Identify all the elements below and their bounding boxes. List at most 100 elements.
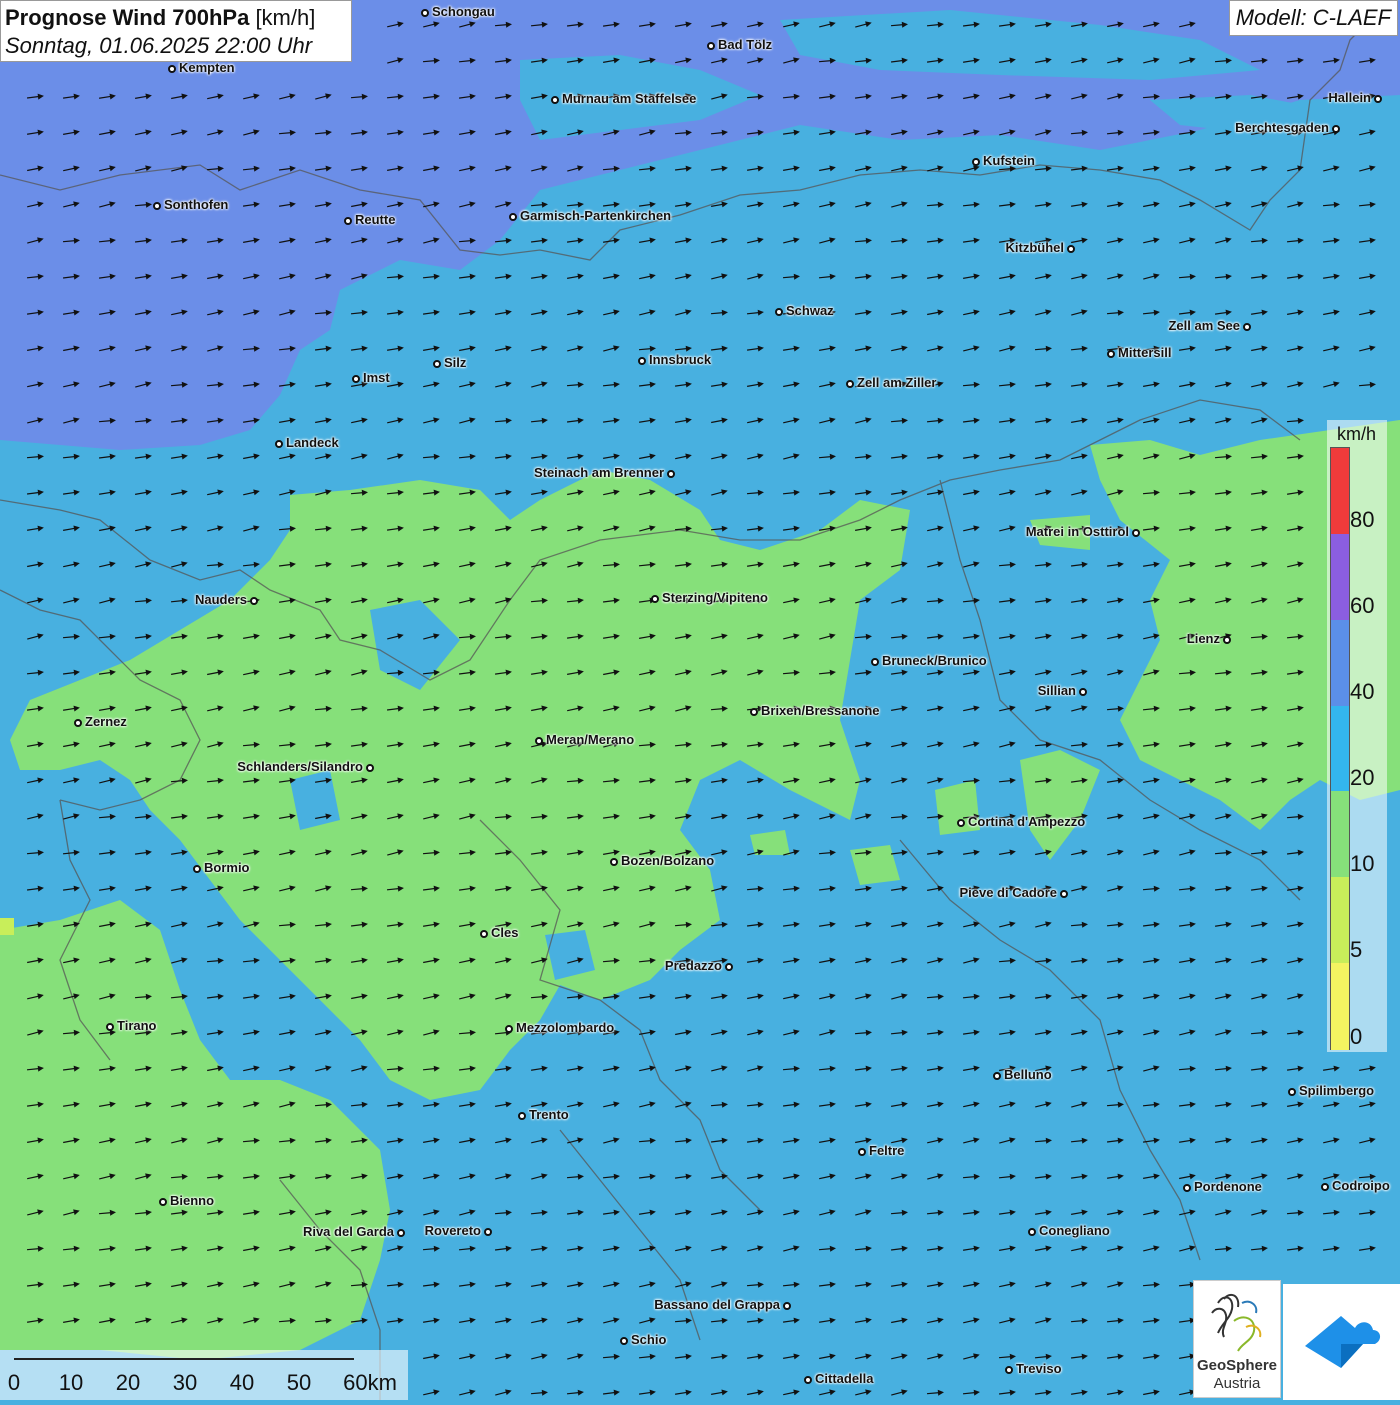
city-marker[interactable] [725,963,733,971]
city-marker[interactable] [153,202,161,210]
city-marker[interactable] [1374,95,1382,103]
city-marker[interactable] [638,357,646,365]
city-marker[interactable] [275,440,283,448]
legend-tick-label: 5 [1350,937,1363,962]
city-label: Murnau am Staffelsee [562,91,697,106]
city-label: Bruneck/Brunico [882,653,987,668]
city-marker[interactable] [344,217,352,225]
city-marker[interactable] [505,1025,513,1033]
city-label: Lienz [1186,631,1220,646]
legend-tick-label: 20 [1350,765,1375,790]
city-label: Sonthofen [164,197,229,212]
scale-label: 20 [115,1370,141,1395]
city-marker[interactable] [1107,350,1115,358]
geosphere-logo[interactable]: GeoSphere Austria [1193,1280,1281,1398]
city-label: Pordenone [1194,1179,1262,1194]
city-marker[interactable] [1060,890,1068,898]
city-label: Cles [491,925,519,940]
cloud-arrow-icon [1305,1316,1381,1368]
city-label: Zernez [85,714,127,729]
city-marker[interactable] [74,719,82,727]
city-label: Landeck [286,435,339,450]
city-marker[interactable] [1288,1088,1296,1096]
city-marker[interactable] [168,65,176,73]
city-marker[interactable] [1028,1228,1036,1236]
city-marker[interactable] [775,308,783,316]
city-label: Rovereto [424,1223,481,1238]
city-marker[interactable] [1243,323,1251,331]
city-marker[interactable] [1132,529,1140,537]
city-label: Sillian [1037,683,1076,698]
city-label: Bormio [204,860,250,875]
city-marker[interactable] [804,1376,812,1384]
city-marker[interactable] [783,1302,791,1310]
city-marker[interactable] [871,658,879,666]
city-marker[interactable] [366,764,374,772]
city-marker[interactable] [159,1198,167,1206]
city-label: Schongau [432,4,495,19]
city-marker[interactable] [509,213,517,221]
app-logo[interactable] [1283,1284,1400,1400]
city-marker[interactable] [957,819,965,827]
city-label: Reutte [355,212,396,227]
city-marker[interactable] [651,595,659,603]
city-marker[interactable] [1067,245,1075,253]
city-label: Kempten [179,60,235,75]
city-marker[interactable] [1223,636,1231,644]
city-marker[interactable] [993,1072,1001,1080]
city-marker[interactable] [1332,125,1340,133]
city-marker[interactable] [421,9,429,17]
city-label: Zell am See [1168,318,1240,333]
city-marker[interactable] [1183,1184,1191,1192]
city-label: Brixen/Bressanone [761,703,880,718]
city-label: Feltre [869,1143,905,1158]
city-marker[interactable] [972,158,980,166]
city-marker[interactable] [551,96,559,104]
city-marker[interactable] [1005,1366,1013,1374]
geosphere-logo-icon [1211,1293,1262,1352]
city-marker[interactable] [352,375,360,383]
city-label: Predazzo [664,958,722,973]
legend-tick-label: 10 [1350,851,1375,876]
city-label: Cortina d'Ampezzo [968,814,1086,829]
scale-label: 40 [229,1370,255,1395]
city-marker[interactable] [480,930,488,938]
city-marker[interactable] [250,597,258,605]
city-marker[interactable] [667,470,675,478]
city-marker[interactable] [433,360,441,368]
legend-swatch [1331,791,1349,879]
city-label: Schio [631,1332,667,1347]
forecast-datetime: Sonntag, 01.06.2025 22:00 Uhr [5,33,313,58]
city-marker[interactable] [750,708,758,716]
city-marker[interactable] [397,1229,405,1237]
legend-unit: km/h [1337,424,1377,444]
city-marker[interactable] [707,42,715,50]
city-label: Innsbruck [649,352,712,367]
city-marker[interactable] [620,1337,628,1345]
scale-label: 60km [343,1370,397,1395]
legend-swatch [1331,533,1349,621]
city-marker[interactable] [1079,688,1087,696]
scale-label: 50 [286,1370,312,1395]
city-label: Matrei in Osttirol [1025,524,1129,539]
city-marker[interactable] [193,865,201,873]
city-marker[interactable] [484,1228,492,1236]
city-marker[interactable] [858,1148,866,1156]
city-label: Garmisch-Partenkirchen [520,208,672,223]
city-label: Treviso [1016,1361,1062,1376]
legend-swatch [1331,619,1349,707]
city-label: Sterzing/Vipiteno [662,590,768,605]
city-marker[interactable] [1321,1183,1329,1191]
city-marker[interactable] [106,1023,114,1031]
city-label: Spilimbergo [1299,1083,1375,1098]
city-label: Silz [444,355,467,370]
city-marker[interactable] [535,737,543,745]
city-marker[interactable] [846,380,854,388]
city-label: Meran/Merano [546,732,635,747]
title-main: Prognose Wind 700hPa [5,5,250,30]
title-box: Prognose Wind 700hPa [km/h] Sonntag, 01.… [0,0,352,62]
city-label: Bienno [170,1193,215,1208]
city-marker[interactable] [518,1112,526,1120]
legend-swatch [1331,705,1349,793]
city-marker[interactable] [610,858,618,866]
